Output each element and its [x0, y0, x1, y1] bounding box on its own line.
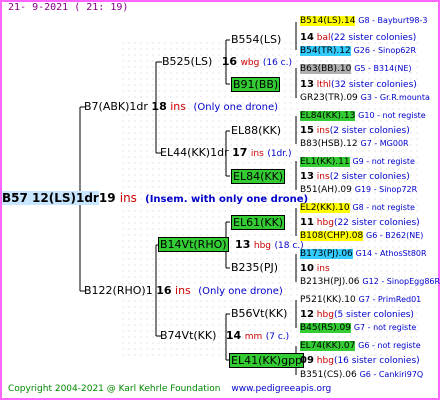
root-mark: ins: [119, 191, 137, 205]
ancestor-row-10[interactable]: B108(CHP).08 G6 - B262(NE): [300, 231, 423, 241]
ggp-detail-3: 15 ins(2 sister colonies): [300, 125, 410, 136]
gp-mark: hbg: [253, 241, 271, 251]
root-note: (Insem. with only one drone): [145, 194, 309, 205]
grandparent-node-1[interactable]: B525(LS) 16 wbg (16 c.): [162, 55, 292, 68]
ancestor-row-16[interactable]: B351(CS).06 G6 - Cankiri97Q: [300, 370, 423, 380]
parent-number: 16: [156, 284, 172, 297]
parent-note: (Only one drone): [193, 102, 279, 113]
ancestor-row-11[interactable]: B173(PJ).06 G14 - AthosSt80R: [300, 249, 427, 259]
ggp-node-7[interactable]: B56Vt(KK): [231, 307, 287, 320]
ancestor-row-14[interactable]: B45(RS).09 G7 - not registe: [300, 323, 416, 333]
ancestor-row-1[interactable]: B514(LS).14 G8 - Bayburt98-3: [300, 16, 427, 26]
parent-number: 18: [151, 100, 167, 113]
ggp-node-5[interactable]: EL61(KK): [231, 215, 286, 230]
gp-mark: wbg: [240, 58, 260, 68]
gp-note: (7 c.): [265, 332, 290, 342]
parent-node-1[interactable]: B7(ABK)1dr 18 ins (Only one drone): [84, 100, 278, 113]
ggp-node-8[interactable]: EL41(KK)gpp: [229, 353, 305, 368]
ggp-detail-5: 11 hbg(22 sister colonies): [300, 217, 420, 228]
root-name: B57 12(LS)1dr: [2, 191, 99, 205]
gp-name: EL44(KK)1dr: [160, 146, 229, 159]
parent-name: B7(ABK)1dr: [84, 100, 148, 113]
site-link[interactable]: www.pedigreeapis.org: [231, 384, 331, 394]
parent-node-2[interactable]: B122(RHO)1 16 ins (Only one drone): [84, 284, 283, 297]
gp-name: B525(LS): [162, 55, 213, 68]
parent-name: B122(RHO)1: [84, 284, 153, 297]
ancestor-row-3[interactable]: B63(BB).10 G5 - B314(NE): [300, 64, 412, 74]
ancestor-row-12[interactable]: B213H(PJ).06 G12 - SinopEgg86R: [300, 277, 440, 287]
copyright-text: Copyright 2004-2021 @ Karl Kehrle Founda…: [8, 384, 221, 394]
parent-mark: ins: [175, 284, 191, 297]
gp-note: (16 c.): [262, 58, 293, 68]
ggp-detail-8: 09 hbg(16 sister colonies): [300, 355, 420, 366]
grandparent-node-4[interactable]: B74Vt(KK) 14 mm (7 c.): [160, 329, 289, 342]
ggp-node-4[interactable]: EL84(KK): [231, 169, 286, 184]
gp-name: B74Vt(KK): [160, 329, 217, 342]
gp-name: B14Vt(RHO): [158, 237, 229, 252]
footer: Copyright 2004-2021 @ Karl Kehrle Founda…: [8, 384, 331, 394]
ggp-node-2[interactable]: B91(BB): [231, 77, 281, 92]
grandparent-node-2[interactable]: EL44(KK)1dr 17 ins (1dr.): [160, 146, 292, 159]
gp-note: (1dr.): [267, 149, 292, 159]
ancestor-row-6[interactable]: B83(HSB).12 G7 - MG00R: [300, 139, 409, 149]
ancestor-row-4[interactable]: GR23(TR).09 G3 - Gr.R.mounta: [300, 93, 430, 103]
gp-number: 16: [221, 55, 238, 68]
ggp-node-1[interactable]: B554(LS): [231, 33, 281, 46]
ggp-node-6[interactable]: B235(PJ): [231, 261, 278, 274]
ggp-detail-2: 13 lthl(32 sister colonies): [300, 79, 417, 90]
parent-note: (Only one drone): [198, 286, 283, 297]
ancestor-row-5[interactable]: EL84(KK).13 G10 - not registe: [300, 111, 426, 121]
ancestor-row-13[interactable]: P521(KK).10 G7 - PrimRed01: [300, 295, 421, 305]
ancestor-row-15[interactable]: EL74(KK).07 G6 - not registe: [300, 341, 421, 351]
ggp-detail-4: 13 ins(2 sister colonies): [300, 171, 410, 182]
ancestor-row-8[interactable]: B51(AH).09 G19 - Sinop72R: [300, 185, 417, 195]
parent-mark: ins: [170, 100, 186, 113]
root-number: 19: [98, 191, 116, 205]
ancestor-row-2[interactable]: B54(TR).12 G26 - Sinop62R: [300, 46, 416, 56]
ancestor-row-9[interactable]: EL2(KK).10 G8 - not registe: [300, 203, 415, 213]
gp-number: 13: [235, 238, 251, 251]
gp-mark: ins: [250, 149, 264, 159]
gp-mark: mm: [244, 332, 263, 342]
ggp-detail-1: 14 bal(22 sister colonies): [300, 32, 417, 43]
ggp-detail-7: 12 hbg(5 sister colonies): [300, 309, 414, 320]
gp-number: 17: [232, 146, 248, 159]
root-queen[interactable]: B57 12(LS)1dr19 ins (Insem. with only on…: [2, 191, 308, 205]
ancestor-row-7[interactable]: EL1(KK).11 G9 - not registe: [300, 157, 415, 167]
grandparent-node-3[interactable]: B14Vt(RHO) 13 hbg (18 c.): [158, 237, 304, 252]
ggp-node-3[interactable]: EL88(KK): [231, 124, 281, 137]
gp-number: 14: [225, 329, 242, 342]
ggp-detail-6: 10 ins: [300, 263, 330, 274]
